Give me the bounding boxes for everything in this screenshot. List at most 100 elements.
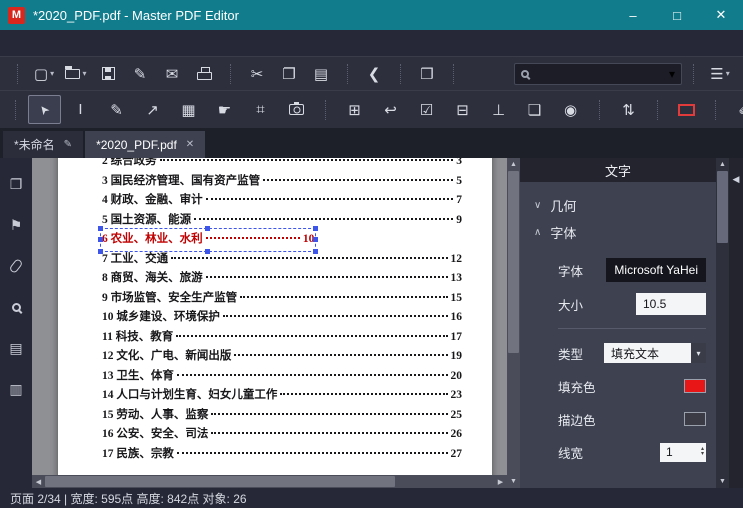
toc-line[interactable]: 17 民族、宗教 27 xyxy=(102,445,462,465)
fill-color-swatch[interactable] xyxy=(684,379,706,393)
main-menu-button[interactable]: ☰ ▾ xyxy=(705,60,735,87)
scroll-left-button[interactable]: ◀ xyxy=(32,475,45,488)
scroll-up-button[interactable]: ▲ xyxy=(507,158,520,171)
push-button-tool-button[interactable]: ↩ xyxy=(374,95,407,124)
collapse-panel-button[interactable]: ◀ xyxy=(733,174,740,185)
selection-handle[interactable] xyxy=(98,226,103,231)
search-input[interactable] xyxy=(535,66,663,81)
new-document-button[interactable]: ▢ ▾ xyxy=(29,60,59,87)
open-file-button[interactable]: ▾ xyxy=(61,60,91,87)
save-button[interactable] xyxy=(93,60,123,87)
scroll-right-button[interactable]: ▶ xyxy=(494,475,507,488)
attachments-panel-button[interactable] xyxy=(4,254,28,278)
crop-tool-button[interactable]: ⌗ xyxy=(244,95,277,124)
section-geometry[interactable]: ∨ 几何 xyxy=(534,192,712,219)
toc-line[interactable]: 10 城乡建设、环境保护 16 xyxy=(102,308,462,328)
menu-form[interactable] xyxy=(106,40,126,46)
text-field-tool-button[interactable]: ⊞ xyxy=(338,95,371,124)
selection-handle[interactable] xyxy=(313,226,319,231)
vertical-scroll-thumb[interactable] xyxy=(508,171,519,354)
selection-handle[interactable] xyxy=(313,248,319,254)
print-button[interactable] xyxy=(189,60,219,87)
toc-line[interactable]: 2 综合政务 3 xyxy=(102,158,462,172)
panel-scroll-thumb[interactable] xyxy=(717,171,728,243)
copy-button[interactable]: ❐ xyxy=(274,60,304,87)
toc-line[interactable]: 4 财政、金融、审计 7 xyxy=(102,191,462,211)
panel-scroll-up-button[interactable]: ▲ xyxy=(716,158,729,171)
menu-help[interactable] xyxy=(166,40,186,46)
toc-line[interactable]: 16 公安、安全、司法 26 xyxy=(102,425,462,445)
horizontal-scroll-track[interactable] xyxy=(45,475,494,488)
thumbnails-panel-button[interactable]: ❐ xyxy=(4,172,28,196)
text-select-tool-button[interactable]: I xyxy=(64,95,97,124)
select-tool-button[interactable]: ➤ xyxy=(28,95,61,124)
cut-button[interactable]: ✂ xyxy=(242,60,272,87)
selection-handle[interactable] xyxy=(313,236,319,242)
toc-line[interactable]: 8 商贸、海关、旅游 13 xyxy=(102,269,462,289)
spinner-icons[interactable]: ▴ ▾ xyxy=(701,446,706,457)
scroll-down-button[interactable]: ▼ xyxy=(507,475,520,488)
menu-edit[interactable] xyxy=(26,40,46,46)
minimize-button[interactable]: – xyxy=(611,0,655,30)
menu-tools[interactable] xyxy=(146,40,166,46)
horizontal-scroll-thumb[interactable] xyxy=(45,476,396,487)
redact-tool-button[interactable] xyxy=(670,95,703,124)
section-font[interactable]: ∧ 字体 xyxy=(534,219,712,246)
form-editor-tool-button[interactable]: ▦ xyxy=(172,95,205,124)
panel-scroll-track[interactable] xyxy=(716,171,729,475)
menu-file[interactable] xyxy=(6,40,26,46)
toc-line[interactable]: 12 文化、广电、新闻出版 19 xyxy=(102,347,462,367)
panel-scroll-down-button[interactable]: ▼ xyxy=(716,475,729,488)
tab-close-icon[interactable]: ✎ xyxy=(64,139,72,150)
line-width-input[interactable]: 1 ▴ ▾ xyxy=(660,442,706,462)
caret-down-icon[interactable]: ▾ xyxy=(691,343,706,363)
eraser-tool-button[interactable]: ✐ xyxy=(728,95,743,124)
menu-view[interactable] xyxy=(46,40,66,46)
type-select[interactable]: 填充文本 ▾ xyxy=(604,343,706,363)
menu-object[interactable] xyxy=(66,40,86,46)
selection-handle[interactable] xyxy=(98,248,103,254)
selection-handle[interactable] xyxy=(205,226,211,231)
layers-panel-button[interactable]: ▥ xyxy=(4,377,28,401)
toc-line[interactable]: 7 工业、交通 12 xyxy=(102,250,462,270)
font-size-input[interactable]: 10.5 xyxy=(636,293,706,315)
menu-document[interactable] xyxy=(126,40,146,46)
radio-button-tool-button[interactable]: ◉ xyxy=(554,95,587,124)
toc-line[interactable]: 14 人口与计划生育、妇女儿童工作 23 xyxy=(102,386,462,406)
menu-annotation[interactable] xyxy=(86,40,106,46)
arrange-objects-button[interactable]: ⇅ xyxy=(612,95,645,124)
pdf-page[interactable]: 2 综合政务 3 3 国民经济管理、国有资产监管 5 4 财政、金融、审计 7 xyxy=(58,158,492,488)
bookmarks-panel-button[interactable]: ⚑ xyxy=(4,213,28,237)
vertical-scroll-track[interactable] xyxy=(507,171,520,475)
search-caret-icon[interactable]: ▾ xyxy=(669,67,675,81)
snapshot-view-button[interactable]: ❒ xyxy=(412,60,442,87)
signature-field-tool-button[interactable]: ⊥ xyxy=(482,95,515,124)
tab-2020-pdf[interactable]: *2020_PDF.pdf ✕ xyxy=(85,131,206,158)
search-panel-button[interactable] xyxy=(4,295,28,319)
email-button[interactable]: ✉ xyxy=(157,60,187,87)
paste-button[interactable]: ▤ xyxy=(306,60,336,87)
tab-close-icon[interactable]: ✕ xyxy=(186,139,194,150)
toc-line[interactable]: 9 市场监管、安全生产监管 15 xyxy=(102,289,462,309)
toc-line[interactable]: 3 国民经济管理、国有资产监管 5 xyxy=(102,172,462,192)
form-fields-panel-button[interactable]: ▤ xyxy=(4,336,28,360)
toc-line[interactable]: 13 卫生、体育 20 xyxy=(102,367,462,387)
maximize-button[interactable]: □ xyxy=(655,0,699,30)
annotation-tool-button[interactable]: ↗ xyxy=(136,95,169,124)
combobox-tool-button[interactable]: ⊟ xyxy=(446,95,479,124)
toc-line[interactable]: 15 劳动、人事、监察 25 xyxy=(102,406,462,426)
hand-tool-button[interactable]: ☛ xyxy=(208,95,241,124)
undo-button[interactable]: ❮ xyxy=(359,60,389,87)
save-as-button[interactable]: ✎ xyxy=(125,60,155,87)
selection-handle[interactable] xyxy=(98,236,103,242)
font-family-value[interactable]: Microsoft YaHei xyxy=(606,258,706,282)
search-box[interactable]: ▾ xyxy=(514,62,682,85)
stroke-color-swatch[interactable] xyxy=(684,412,706,426)
checkbox-tool-button[interactable]: ☑ xyxy=(410,95,443,124)
list-box-tool-button[interactable]: ❏ xyxy=(518,95,551,124)
edit-text-tool-button[interactable]: ✎ xyxy=(100,95,133,124)
selection-handle[interactable] xyxy=(205,248,211,254)
camera-tool-button[interactable] xyxy=(280,95,313,124)
toc-line[interactable]: 5 国土资源、能源 9 xyxy=(102,211,462,231)
tab-untitled[interactable]: *未命名 ✎ xyxy=(3,131,84,158)
